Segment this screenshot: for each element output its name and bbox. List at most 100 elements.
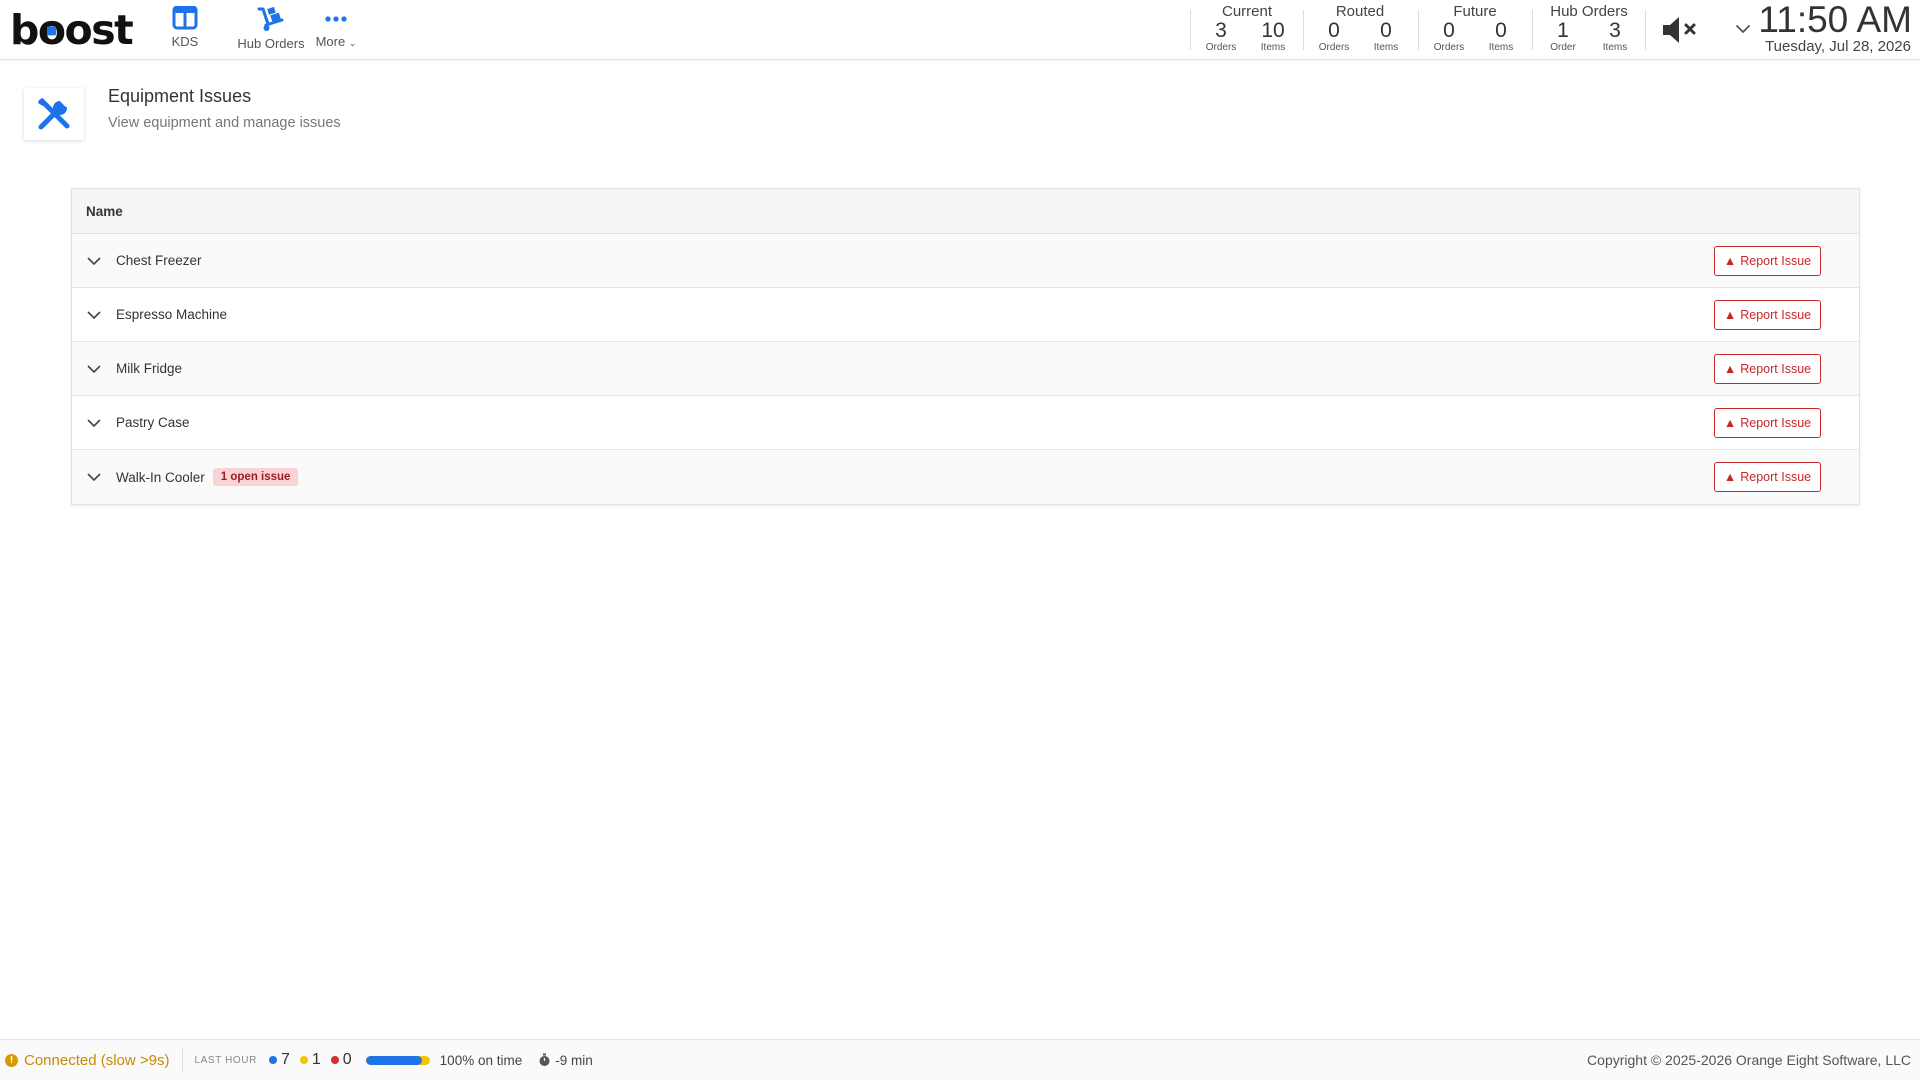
stat-title: Routed <box>1335 3 1385 20</box>
stat-number: 0 <box>1495 19 1507 42</box>
table-header: Name <box>72 189 1859 234</box>
kds-icon <box>172 6 198 30</box>
stat-divider <box>1418 10 1419 50</box>
chevron-down-icon <box>1736 25 1750 33</box>
equipment-name: Milk Fridge <box>116 361 183 376</box>
report-issue-button[interactable]: ▲ Report Issue <box>1714 300 1821 330</box>
equipment-table: Name Chest Freezer ▲ Report Issue Espress… <box>71 188 1860 505</box>
copyright-text: Copyright © 2025-2026 Orange Eight Softw… <box>1587 1052 1911 1068</box>
nav-hub-orders-label: Hub Orders <box>237 36 305 51</box>
stat-unit: Items <box>1260 42 1286 53</box>
on-time-progress-fill <box>365 1055 422 1065</box>
stat-unit: Items <box>1602 42 1628 53</box>
page-subtitle: View equipment and manage issues <box>108 115 341 131</box>
yellow-dot-icon <box>299 1056 308 1064</box>
tools-icon <box>38 96 71 130</box>
clock-time: 11:50 AM <box>1758 0 1912 40</box>
on-time-progress-bar <box>365 1055 430 1065</box>
warning-triangle-icon: ▲ <box>1723 308 1737 322</box>
expand-chevron-icon[interactable] <box>86 253 102 269</box>
count-on-time: 7 <box>268 1051 290 1069</box>
connection-status-text: Connected (slow >9s) <box>24 1051 170 1069</box>
stat-title: Current <box>1221 3 1273 20</box>
header-dropdown-button[interactable] <box>1735 22 1751 41</box>
logo-text-b: b <box>10 6 39 54</box>
nav-kds[interactable]: KDS <box>160 6 210 49</box>
page-title: Equipment Issues <box>108 86 252 106</box>
avg-time-text: -9 min <box>555 1052 593 1068</box>
report-issue-button[interactable]: ▲ Report Issue <box>1714 462 1821 492</box>
report-issue-label: Report Issue <box>1740 254 1812 268</box>
table-row[interactable]: Walk-In Cooler 1 open issue ▲ Report Issu… <box>72 450 1859 504</box>
table-row[interactable]: Chest Freezer ▲ Report Issue <box>72 234 1859 288</box>
stat-routed: Routed 0 Orders 0 Items <box>1310 3 1410 54</box>
speaker-muted-icon <box>1663 17 1696 43</box>
clock-date: Tuesday, Jul 28, 2026 <box>1765 38 1911 55</box>
table-row[interactable]: Milk Fridge ▲ Report Issue <box>72 342 1859 396</box>
count-value: 7 <box>280 1051 290 1068</box>
expand-chevron-icon[interactable] <box>86 307 102 323</box>
warning-triangle-icon: ▲ <box>1723 416 1737 430</box>
warning-circle-icon: ! <box>5 1053 18 1067</box>
count-value: 1 <box>311 1051 321 1068</box>
warning-triangle-icon: ▲ <box>1723 254 1737 268</box>
report-issue-label: Report Issue <box>1740 362 1812 376</box>
report-issue-label: Report Issue <box>1740 308 1812 322</box>
avg-time: -9 min <box>538 1053 593 1068</box>
warning-triangle-icon: ▲ <box>1723 362 1737 376</box>
stat-unit: Items <box>1488 42 1514 53</box>
stat-divider <box>1645 10 1646 50</box>
column-header-name[interactable]: Name <box>86 204 123 219</box>
stat-future: Future 0 Orders 0 Items <box>1425 3 1525 54</box>
nav-more[interactable]: More ⌄ <box>306 6 366 49</box>
warning-triangle-icon: ▲ <box>1723 470 1737 484</box>
caret-down-icon: ⌄ <box>348 38 357 48</box>
blue-dot-icon <box>268 1056 277 1064</box>
equipment-name: Espresso Machine <box>116 307 228 322</box>
hand-truck-icon <box>257 6 284 31</box>
stat-divider <box>1303 10 1304 50</box>
count-value: 0 <box>342 1051 352 1068</box>
stat-divider <box>1190 10 1191 50</box>
table-row[interactable]: Espresso Machine ▲ Report Issue <box>72 288 1859 342</box>
footer-divider <box>181 1047 183 1073</box>
stat-unit: Order <box>1550 42 1576 53</box>
stat-number: 0 <box>1380 19 1392 42</box>
stat-unit: Orders <box>1433 42 1465 53</box>
stat-title: Hub Orders <box>1550 3 1628 20</box>
expand-chevron-icon[interactable] <box>86 415 102 431</box>
report-issue-label: Report Issue <box>1740 416 1812 430</box>
report-issue-button[interactable]: ▲ Report Issue <box>1714 246 1821 276</box>
logo-o-mark: o <box>38 6 66 54</box>
more-dots-icon <box>325 16 347 22</box>
equipment-name: Walk-In Cooler <box>116 469 205 485</box>
mute-toggle-button[interactable] <box>1660 14 1702 51</box>
stat-divider <box>1532 10 1533 50</box>
stat-unit: Items <box>1373 42 1399 53</box>
red-dot-icon <box>330 1056 339 1064</box>
table-row[interactable]: Pastry Case ▲ Report Issue <box>72 396 1859 450</box>
stat-number: 3 <box>1215 19 1227 42</box>
top-bar: boost KDS Hub Orders More ⌄ Current <box>0 0 1920 60</box>
report-issue-label: Report Issue <box>1740 470 1812 484</box>
expand-chevron-icon[interactable] <box>86 361 102 377</box>
logo-text-ost: ost <box>64 6 134 54</box>
stat-number: 0 <box>1328 19 1340 42</box>
report-issue-button[interactable]: ▲ Report Issue <box>1714 408 1821 438</box>
report-issue-button[interactable]: ▲ Report Issue <box>1714 354 1821 384</box>
connection-status[interactable]: ! Connected (slow >9s) <box>5 1052 170 1069</box>
stat-number: 0 <box>1443 19 1455 42</box>
last-hour-label: LAST HOUR <box>194 1054 257 1066</box>
nav-kds-label: KDS <box>171 34 199 49</box>
nav-more-text: More <box>315 34 346 49</box>
open-issue-badge: 1 open issue <box>212 468 299 486</box>
boost-logo[interactable]: boost <box>10 6 134 54</box>
expand-chevron-icon[interactable] <box>86 469 102 485</box>
stat-number: 3 <box>1609 19 1621 42</box>
nav-more-label: More ⌄ <box>316 34 357 49</box>
stat-number: 10 <box>1261 19 1285 42</box>
stat-unit: Orders <box>1205 42 1237 53</box>
stat-unit: Orders <box>1318 42 1350 53</box>
status-footer: ! Connected (slow >9s) LAST HOUR 7 1 0 1… <box>0 1039 1920 1080</box>
count-late: 0 <box>330 1051 352 1069</box>
